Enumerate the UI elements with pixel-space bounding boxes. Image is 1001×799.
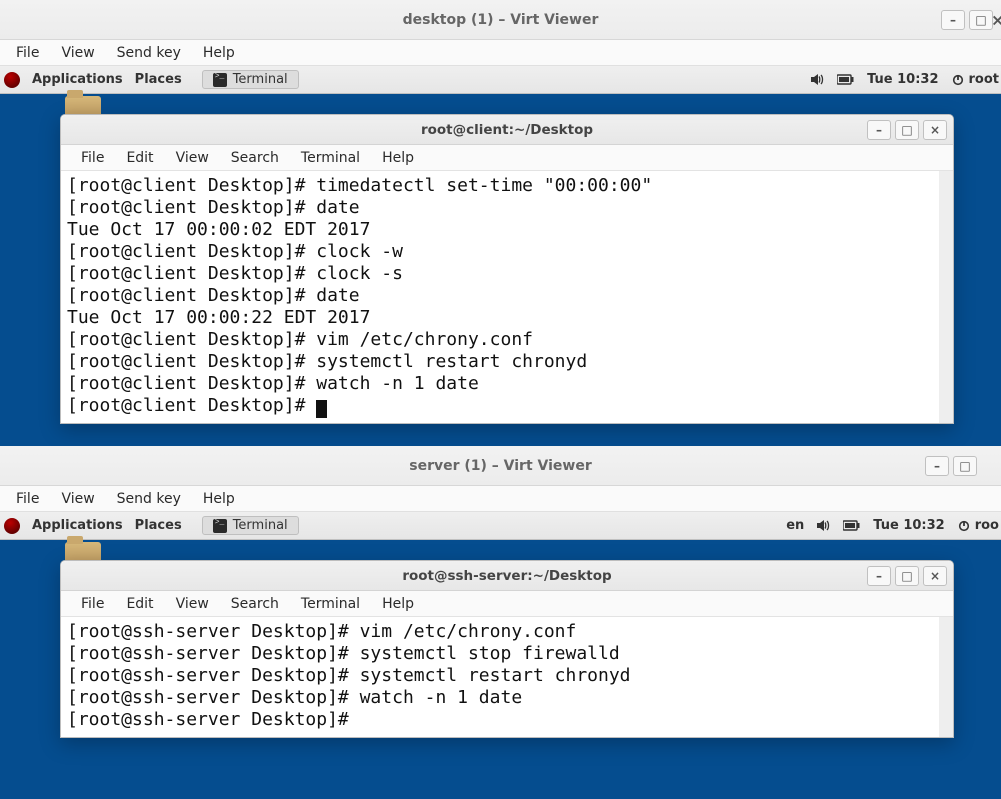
terminal-output: [root@ssh-server Desktop]# vim /etc/chro… bbox=[67, 621, 933, 731]
user-indicator[interactable]: root bbox=[951, 72, 1000, 87]
close-button[interactable]: × bbox=[923, 120, 947, 140]
terminal-titlebar[interactable]: root@client:~/Desktop – □ × bbox=[61, 115, 953, 145]
user-indicator[interactable]: roo bbox=[957, 518, 999, 533]
terminal-menubar: File Edit View Search Terminal Help bbox=[61, 145, 953, 171]
maximize-button[interactable]: □ bbox=[969, 10, 993, 30]
menu-edit[interactable]: Edit bbox=[116, 593, 163, 615]
maximize-button[interactable]: □ bbox=[895, 566, 919, 586]
menu-view[interactable]: View bbox=[166, 593, 219, 615]
menu-sendkey[interactable]: Send key bbox=[107, 488, 191, 510]
user-name: roo bbox=[975, 518, 999, 533]
menu-search[interactable]: Search bbox=[221, 147, 289, 169]
terminal-menubar: File Edit View Search Terminal Help bbox=[61, 591, 953, 617]
clock[interactable]: Tue 10:32 bbox=[867, 72, 938, 87]
terminal-window-server: root@ssh-server:~/Desktop – □ × File Edi… bbox=[60, 560, 954, 738]
minimize-button[interactable]: – bbox=[925, 456, 949, 476]
terminal-title: root@ssh-server:~/Desktop bbox=[402, 568, 611, 584]
volume-icon[interactable] bbox=[816, 519, 831, 532]
minimize-button[interactable]: – bbox=[867, 120, 891, 140]
menu-file[interactable]: File bbox=[71, 593, 114, 615]
volume-icon[interactable] bbox=[810, 73, 825, 86]
close-button[interactable]: × bbox=[923, 566, 947, 586]
gnome-top-bar: Applications Places Terminal Tue 10:32 r… bbox=[0, 66, 1001, 94]
menu-edit[interactable]: Edit bbox=[116, 147, 163, 169]
menu-help[interactable]: Help bbox=[193, 42, 245, 64]
terminal-viewport[interactable]: [root@client Desktop]# timedatectl set-t… bbox=[61, 171, 953, 423]
guest-desktop: Applications Places Terminal Tue 10:32 r… bbox=[0, 66, 1001, 446]
virt-viewer-titlebar[interactable]: desktop (1) – Virt Viewer – □ × bbox=[0, 0, 1001, 40]
menu-help[interactable]: Help bbox=[372, 593, 424, 615]
user-name: root bbox=[969, 72, 1000, 87]
terminal-output: [root@client Desktop]# timedatectl set-t… bbox=[67, 175, 933, 417]
task-terminal-label: Terminal bbox=[233, 72, 288, 87]
terminal-viewport[interactable]: [root@ssh-server Desktop]# vim /etc/chro… bbox=[61, 617, 953, 737]
menu-terminal[interactable]: Terminal bbox=[291, 147, 370, 169]
terminal-title: root@client:~/Desktop bbox=[421, 122, 593, 138]
menu-applications[interactable]: Applications bbox=[32, 518, 123, 533]
virt-viewer-window-desktop: desktop (1) – Virt Viewer – □ × File Vie… bbox=[0, 0, 1001, 446]
applications-icon bbox=[4, 72, 20, 88]
menu-places[interactable]: Places bbox=[135, 72, 182, 87]
menu-file[interactable]: File bbox=[6, 42, 49, 64]
virt-viewer-titlebar[interactable]: server (1) – Virt Viewer – □ bbox=[0, 446, 1001, 486]
power-icon bbox=[957, 520, 971, 532]
menu-applications[interactable]: Applications bbox=[32, 72, 123, 87]
terminal-icon bbox=[213, 519, 227, 533]
clock[interactable]: Tue 10:32 bbox=[873, 518, 944, 533]
battery-icon[interactable] bbox=[837, 74, 855, 85]
minimize-button[interactable]: – bbox=[941, 10, 965, 30]
menu-view[interactable]: View bbox=[51, 488, 104, 510]
virt-viewer-menubar: File View Send key Help bbox=[0, 40, 1001, 66]
terminal-icon bbox=[213, 73, 227, 87]
guest-desktop: Applications Places Terminal en Tue 10:3… bbox=[0, 512, 1001, 799]
input-language[interactable]: en bbox=[786, 518, 804, 533]
menu-view[interactable]: View bbox=[166, 147, 219, 169]
minimize-button[interactable]: – bbox=[867, 566, 891, 586]
maximize-button[interactable]: □ bbox=[895, 120, 919, 140]
gnome-top-bar: Applications Places Terminal en Tue 10:3… bbox=[0, 512, 1001, 540]
task-terminal[interactable]: Terminal bbox=[202, 516, 299, 535]
menu-search[interactable]: Search bbox=[221, 593, 289, 615]
power-icon bbox=[951, 74, 965, 86]
menu-sendkey[interactable]: Send key bbox=[107, 42, 191, 64]
virt-viewer-title: server (1) – Virt Viewer bbox=[409, 458, 592, 474]
task-terminal-label: Terminal bbox=[233, 518, 288, 533]
battery-icon[interactable] bbox=[843, 520, 861, 531]
menu-help[interactable]: Help bbox=[193, 488, 245, 510]
virt-viewer-menubar: File View Send key Help bbox=[0, 486, 1001, 512]
menu-view[interactable]: View bbox=[51, 42, 104, 64]
terminal-window-client: root@client:~/Desktop – □ × File Edit Vi… bbox=[60, 114, 954, 424]
close-icon[interactable]: × bbox=[991, 10, 1001, 29]
menu-file[interactable]: File bbox=[71, 147, 114, 169]
menu-file[interactable]: File bbox=[6, 488, 49, 510]
virt-viewer-title: desktop (1) – Virt Viewer bbox=[403, 12, 599, 28]
menu-places[interactable]: Places bbox=[135, 518, 182, 533]
virt-viewer-window-server: server (1) – Virt Viewer – □ File View S… bbox=[0, 446, 1001, 799]
menu-help[interactable]: Help bbox=[372, 147, 424, 169]
maximize-button[interactable]: □ bbox=[953, 456, 977, 476]
terminal-titlebar[interactable]: root@ssh-server:~/Desktop – □ × bbox=[61, 561, 953, 591]
task-terminal[interactable]: Terminal bbox=[202, 70, 299, 89]
applications-icon bbox=[4, 518, 20, 534]
menu-terminal[interactable]: Terminal bbox=[291, 593, 370, 615]
